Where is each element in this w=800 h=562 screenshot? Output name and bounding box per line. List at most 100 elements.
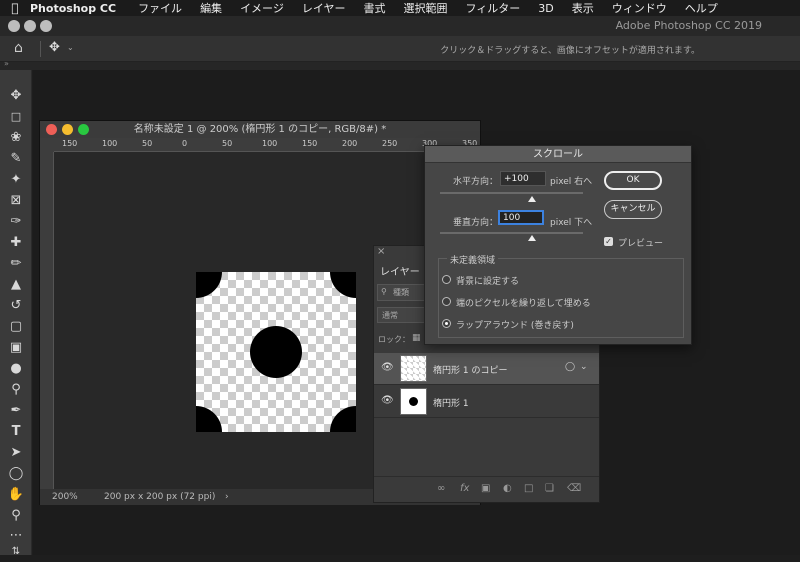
crop-tool-icon[interactable]: ⊠	[6, 191, 26, 211]
eraser-tool-icon[interactable]: ▢	[6, 317, 26, 337]
trash-icon[interactable]: ⌫	[567, 483, 581, 494]
cancel-button[interactable]: キャンセル	[604, 200, 662, 219]
add-mask-icon[interactable]: ▣	[481, 483, 490, 494]
zoom-tool-icon[interactable]: ⚲	[6, 506, 26, 526]
lock-transparency-icon[interactable]: ▦	[412, 333, 421, 343]
fx-icon[interactable]: fx	[460, 483, 469, 494]
blur-tool-icon[interactable]: ●	[6, 359, 26, 379]
home-icon[interactable]: ⌂	[14, 40, 23, 56]
lasso-tool-icon[interactable]: ❀	[6, 128, 26, 148]
menu-3d[interactable]: 3D	[538, 2, 553, 15]
swap-colors-icon[interactable]: ⇅	[6, 542, 26, 562]
smart-object-link-icon[interactable]: ◯	[565, 362, 575, 372]
document-size-info: 200 px x 200 px (72 ppi)	[104, 492, 216, 502]
type-tool-icon[interactable]: T	[6, 422, 26, 442]
horizontal-ruler[interactable]: 150 100 50 0 50 100 150 200 250 300 350	[54, 138, 480, 152]
options-bar: ⌂ ✥ ⌄ クリック＆ドラッグすると、画像にオフセットが適用されます。	[0, 36, 800, 62]
document-title-bar[interactable]: 名称未設定 1 @ 200% (楕円形 1 のコピー, RGB/8#) *	[40, 121, 480, 138]
menu-layer[interactable]: レイヤー	[302, 0, 346, 16]
ruler-tick: 50	[222, 139, 233, 148]
app-name-menu[interactable]: Photoshop CC	[30, 2, 116, 15]
ellipse-shape	[250, 326, 302, 378]
menu-view[interactable]: 表示	[572, 0, 594, 16]
radio-repeat-edge[interactable]	[442, 297, 451, 306]
doc-close-button[interactable]	[46, 124, 57, 135]
vertical-slider-thumb[interactable]	[528, 235, 536, 241]
menu-select[interactable]: 選択範囲	[404, 0, 448, 16]
scroll-dialog: スクロール 水平方向： pixel 右へ 垂直方向： pixel 下へ OK キ…	[424, 145, 692, 345]
move-tool-preset-icon[interactable]: ✥	[49, 40, 60, 55]
menu-help[interactable]: ヘルプ	[685, 0, 718, 16]
app-title: Adobe Photoshop CC 2019	[615, 19, 762, 32]
ok-button[interactable]: OK	[604, 171, 662, 190]
blend-mode-value: 通常	[382, 311, 398, 320]
chevron-down-icon[interactable]: ⌄	[67, 43, 74, 52]
vertical-slider-track[interactable]	[440, 232, 583, 234]
zoom-window-button[interactable]	[40, 20, 52, 32]
layer-name[interactable]: 楕円形 1	[433, 396, 469, 409]
radio-background[interactable]	[442, 275, 451, 284]
layers-footer: ∞ fx ▣ ◐ □ ❏ ⌫	[374, 476, 599, 502]
ellipse-shape	[330, 406, 356, 432]
adjustment-layer-icon[interactable]: ◐	[503, 483, 512, 494]
layer-row[interactable]: 👁 楕円形 1 のコピー ◯ ⌄	[374, 353, 599, 385]
marquee-tool-icon[interactable]: □	[6, 107, 26, 127]
link-layers-icon[interactable]: ∞	[437, 483, 445, 494]
preview-label: プレビュー	[618, 239, 664, 249]
menu-file[interactable]: ファイル	[138, 0, 182, 16]
menu-image[interactable]: イメージ	[240, 0, 284, 16]
stamp-tool-icon[interactable]: ▲	[6, 275, 26, 295]
ruler-tick: 100	[262, 139, 278, 148]
chevron-right-icon[interactable]: ›	[225, 489, 229, 505]
ruler-corner[interactable]	[40, 138, 54, 152]
radio-wrap-around[interactable]	[442, 319, 451, 328]
close-window-button[interactable]	[8, 20, 20, 32]
path-selection-tool-icon[interactable]: ➤	[6, 443, 26, 463]
eyedropper-tool-icon[interactable]: ✑	[6, 212, 26, 232]
menu-edit[interactable]: 編集	[200, 0, 222, 16]
history-brush-tool-icon[interactable]: ↺	[6, 296, 26, 316]
eye-icon[interactable]: 👁	[381, 362, 394, 373]
preview-checkbox[interactable]: ✓	[604, 237, 613, 246]
doc-zoom-button[interactable]	[78, 124, 89, 135]
tab-layers[interactable]: レイヤー	[380, 263, 420, 278]
healing-brush-tool-icon[interactable]: ✚	[6, 233, 26, 253]
dodge-tool-icon[interactable]: ⚲	[6, 380, 26, 400]
chevron-down-icon[interactable]: ⌄	[580, 362, 588, 372]
horizontal-offset-input[interactable]	[500, 171, 546, 186]
canvas[interactable]	[196, 272, 356, 432]
gradient-tool-icon[interactable]: ▣	[6, 338, 26, 358]
new-group-icon[interactable]: □	[524, 483, 533, 494]
move-tool-icon[interactable]: ✥	[6, 86, 26, 106]
pen-tool-icon[interactable]: ✒	[6, 401, 26, 421]
undefined-area-label: 未定義領域	[447, 253, 499, 266]
apple-icon[interactable]: 	[0, 1, 30, 15]
quick-selection-tool-icon[interactable]: ✎	[6, 149, 26, 169]
hand-tool-icon[interactable]: ✋	[6, 485, 26, 505]
options-hint-text: クリック＆ドラッグすると、画像にオフセットが適用されます。	[440, 46, 700, 56]
ruler-tick: 50	[142, 139, 153, 148]
vertical-offset-input[interactable]	[498, 210, 544, 225]
menu-filter[interactable]: フィルター	[466, 0, 521, 16]
dialog-title: スクロール	[425, 146, 691, 163]
doc-minimize-button[interactable]	[62, 124, 73, 135]
layer-thumbnail	[400, 388, 427, 415]
brush-tool-icon[interactable]: ✏	[6, 254, 26, 274]
horizontal-slider-thumb[interactable]	[528, 196, 536, 202]
horizontal-slider-track[interactable]	[440, 192, 583, 194]
eye-icon[interactable]: 👁	[381, 395, 394, 406]
zoom-level[interactable]: 200%	[52, 489, 78, 505]
menu-window[interactable]: ウィンドウ	[612, 0, 667, 16]
magic-wand-tool-icon[interactable]: ✦	[6, 170, 26, 190]
close-panel-icon[interactable]: ×	[377, 246, 385, 257]
ellipse-shape	[196, 406, 222, 432]
menu-type[interactable]: 書式	[364, 0, 386, 16]
minimize-window-button[interactable]	[24, 20, 36, 32]
radio-repeat-edge-label: 端のピクセルを繰り返して埋める	[456, 299, 591, 309]
layer-name[interactable]: 楕円形 1 のコピー	[433, 363, 507, 376]
new-layer-icon[interactable]: ❏	[545, 483, 554, 494]
layer-row[interactable]: 👁 楕円形 1	[374, 386, 599, 418]
vertical-ruler[interactable]	[40, 152, 54, 489]
expand-icon[interactable]: »	[4, 59, 9, 68]
ellipse-tool-icon[interactable]: ◯	[6, 464, 26, 484]
